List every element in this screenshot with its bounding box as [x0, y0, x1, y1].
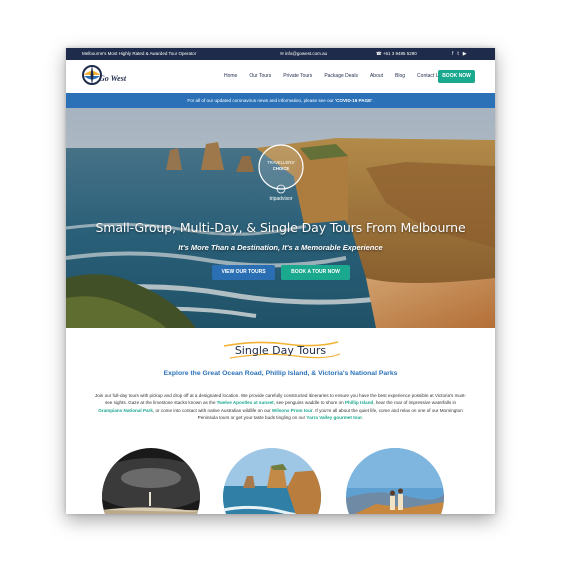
phone-link[interactable]: ☎ +61 3 9485 5290 — [376, 48, 417, 60]
tripadvisor-travellers-choice-badge: TRAVELLERS' CHOICE tripadvisor — [258, 144, 304, 202]
badge-brand: tripadvisor — [269, 196, 292, 202]
nav-our-tours[interactable]: Our Tours — [243, 73, 277, 79]
intro-paragraph: Join our full-day tours with pickup and … — [94, 392, 467, 421]
link-wilsons-prom[interactable]: Wilsons Prom tour — [272, 408, 313, 413]
covid-notice-bar: For all of our updated coronavirus news … — [66, 93, 495, 108]
phone-text: +61 3 9485 5290 — [382, 51, 417, 56]
intro-text: , or come into contact with native Austr… — [152, 407, 272, 413]
hero-banner: TRAVELLERS' CHOICE tripadvisor Small-Gro… — [66, 108, 495, 328]
hero-title: Small-Group, Multi-Day, & Single Day Tou… — [95, 220, 466, 235]
badge-line2: CHOICE — [273, 166, 289, 171]
link-twelve-apostles[interactable]: Twelve Apostles at sunset — [217, 400, 274, 405]
phillip-island-penguins-image[interactable] — [102, 448, 200, 514]
twelve-apostles-hero-image — [66, 108, 495, 328]
nav-blog[interactable]: Blog — [389, 73, 411, 79]
social-links: f t ▶ — [452, 48, 467, 60]
intro-text: , see penguins waddle to shore on — [273, 400, 345, 406]
nav-about[interactable]: About — [364, 73, 389, 79]
twitter-icon[interactable]: t — [457, 48, 458, 60]
link-yarra-valley[interactable]: Yarra Valley gourmet tour — [306, 415, 362, 420]
email-text: info@gowest.com.au — [285, 51, 328, 56]
link-grampians[interactable]: Grampians National Park — [98, 408, 153, 413]
intro-text: . — [362, 414, 364, 420]
phone-icon: ☎ — [376, 51, 383, 56]
link-phillip-island[interactable]: Phillip Island — [345, 400, 373, 405]
site-header: Go West Home Our Tours Private Tours Pac… — [66, 60, 495, 92]
tagline: Melbourne's Most Highly Rated & Awarded … — [82, 51, 197, 56]
book-a-tour-button[interactable]: BOOK A TOUR NOW — [281, 265, 350, 280]
nav-package-deals[interactable]: Package Deals — [318, 73, 364, 79]
hero-subtitle: It's More Than a Destination, It's a Mem… — [178, 243, 383, 252]
book-now-button[interactable]: BOOK NOW — [438, 70, 475, 83]
section-subtitle: Explore the Great Ocean Road, Phillip Is… — [163, 370, 398, 377]
view-our-tours-button[interactable]: VIEW OUR TOURS — [212, 265, 275, 280]
grampians-national-park-image[interactable] — [346, 448, 444, 514]
main-nav: Home Our Tours Private Tours Package Dea… — [218, 60, 448, 92]
great-ocean-road-image[interactable] — [223, 448, 321, 514]
facebook-icon[interactable]: f — [452, 48, 453, 60]
go-west-logo[interactable]: Go West — [80, 64, 140, 88]
logo-text: Go West — [99, 74, 127, 83]
browser-page: Melbourne's Most Highly Rated & Awarded … — [66, 48, 495, 514]
notice-text: For all of our updated coronavirus news … — [187, 98, 335, 103]
badge-line1: TRAVELLERS' — [267, 160, 295, 165]
email-link[interactable]: ✉ info@gowest.com.au — [280, 48, 327, 60]
section-title: Single Day Tours — [234, 344, 327, 357]
youtube-icon[interactable]: ▶ — [463, 48, 467, 60]
notice-suffix: . — [372, 98, 374, 103]
nav-private-tours[interactable]: Private Tours — [277, 73, 318, 79]
covid-page-link[interactable]: 'COVID-19 PAGE' — [335, 98, 372, 103]
top-bar: Melbourne's Most Highly Rated & Awarded … — [66, 48, 495, 60]
intro-text: , hear the roar of impressive waterfalls… — [373, 400, 457, 406]
nav-home[interactable]: Home — [218, 73, 243, 79]
